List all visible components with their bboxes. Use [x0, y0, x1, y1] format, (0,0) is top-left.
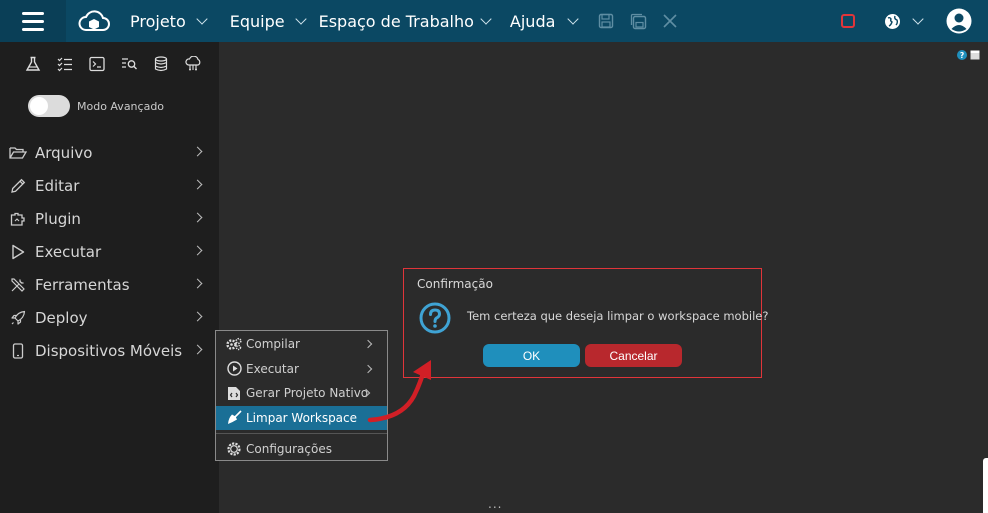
resize-handle[interactable]: ...: [488, 497, 502, 511]
help-icon[interactable]: ?: [957, 50, 967, 60]
chevron-right-icon: [192, 311, 203, 322]
cancel-button[interactable]: Cancelar: [585, 344, 682, 367]
folder-open-icon: [8, 143, 28, 163]
sidebar-item-label: Executar: [35, 242, 102, 261]
help-icons: ?: [957, 50, 980, 60]
code-file-icon: [226, 385, 242, 401]
cloud-logo-icon[interactable]: [74, 0, 114, 42]
checklist-icon[interactable]: [49, 52, 81, 76]
sidebar-item-dispositivos-moveis[interactable]: Dispositivos Móveis: [0, 334, 219, 367]
sidebar-item-executar[interactable]: Executar: [0, 235, 219, 268]
sidebar-item-label: Arquivo: [35, 143, 93, 162]
plugin-icon: [8, 209, 28, 229]
sidebar-item-label: Dispositivos Móveis: [35, 341, 183, 360]
sidebar: Modo Avançado Arquivo Editar Plugin Exec…: [0, 42, 219, 513]
submenu-item-limpar-workspace[interactable]: Limpar Workspace: [216, 405, 387, 430]
submenu-divider: [216, 433, 387, 434]
submenu-item-label: Gerar Projeto Nativo: [246, 386, 369, 401]
chevron-down-icon[interactable]: [912, 12, 924, 25]
menu-equipe[interactable]: Equipe: [229, 0, 307, 42]
chevron-right-icon: [192, 245, 203, 256]
sidebar-item-ferramentas[interactable]: Ferramentas: [0, 268, 219, 301]
menu-ajuda[interactable]: Ajuda: [509, 0, 580, 42]
search-list-icon[interactable]: [113, 52, 145, 76]
chevron-right-icon: [363, 364, 373, 373]
submenu-item-label: Configurações: [246, 442, 332, 457]
rocket-icon: [8, 308, 28, 328]
chevron-right-icon: [192, 212, 203, 223]
sidebar-item-arquivo[interactable]: Arquivo: [0, 136, 219, 169]
play-icon: [8, 242, 28, 262]
sidebar-item-label: Deploy: [35, 308, 88, 327]
sidebar-item-label: Editar: [35, 176, 80, 195]
play-circle-icon: [226, 361, 242, 377]
sidebar-item-editar[interactable]: Editar: [0, 169, 219, 202]
flask-icon[interactable]: [17, 52, 49, 76]
menu-espaco-label: Espaço de Trabalho: [318, 11, 474, 31]
submenu-item-label: Compilar: [246, 337, 300, 352]
database-icon[interactable]: [145, 52, 177, 76]
submenu-item-compilar[interactable]: Compilar: [216, 332, 387, 357]
chevron-right-icon: [192, 146, 203, 157]
sidebar-item-plugin[interactable]: Plugin: [0, 202, 219, 235]
sidebar-item-label: Plugin: [35, 209, 81, 228]
app-window: Projeto Equipe Espaço de Trabalho Ajuda: [0, 0, 988, 513]
advanced-mode-row: Modo Avançado: [0, 86, 219, 126]
submenu-item-label: Executar: [246, 361, 299, 376]
hamburger-icon[interactable]: [0, 0, 66, 42]
chevron-right-icon: [192, 278, 203, 289]
menu-ajuda-label: Ajuda: [509, 11, 556, 31]
globe-icon[interactable]: [882, 0, 902, 42]
svg-text:?: ?: [960, 51, 964, 60]
chevron-right-icon: [192, 179, 203, 190]
gears-icon: [226, 336, 242, 352]
maximize-icon[interactable]: [970, 50, 980, 60]
submenu-item-executar[interactable]: Executar: [216, 357, 387, 382]
advanced-mode-label: Modo Avançado: [77, 99, 165, 113]
gear-icon: [226, 441, 242, 457]
submenu-item-gerar-projeto-nativo[interactable]: Gerar Projeto Nativo: [216, 381, 387, 406]
mobile-icon: [8, 341, 28, 361]
broom-icon: [226, 410, 242, 426]
save-icon[interactable]: [595, 0, 617, 42]
chevron-down-icon: [567, 12, 580, 25]
submenu-item-label: Limpar Workspace: [246, 410, 358, 425]
dialog-title: Confirmação: [417, 277, 493, 291]
menu-projeto[interactable]: Projeto: [130, 0, 208, 42]
menu-projeto-label: Projeto: [130, 11, 186, 31]
chevron-right-icon: [192, 344, 203, 355]
pencil-icon: [8, 176, 28, 196]
chevron-right-icon: [363, 339, 373, 349]
submenu-item-configuracoes[interactable]: Configurações: [216, 437, 387, 462]
sidebar-menu: Arquivo Editar Plugin Executar Ferrament…: [0, 136, 219, 367]
menu-equipe-label: Equipe: [229, 11, 285, 31]
cloud-network-icon[interactable]: [177, 52, 209, 76]
advanced-mode-toggle[interactable]: [28, 95, 70, 117]
tools-icon: [8, 275, 28, 295]
question-icon: [419, 302, 451, 334]
sidebar-item-label: Ferramentas: [35, 275, 130, 294]
chevron-down-icon: [294, 12, 307, 25]
ok-button[interactable]: OK: [483, 344, 580, 367]
close-icon[interactable]: [659, 0, 681, 42]
top-menu: Projeto Equipe Espaço de Trabalho Ajuda: [114, 0, 681, 42]
chevron-down-icon: [480, 12, 492, 25]
stop-icon[interactable]: [836, 0, 860, 42]
menu-espaco-de-trabalho[interactable]: Espaço de Trabalho: [318, 0, 492, 42]
top-bar: Projeto Equipe Espaço de Trabalho Ajuda: [0, 0, 988, 42]
chevron-down-icon: [196, 12, 208, 25]
terminal-icon[interactable]: [81, 52, 113, 76]
confirmation-dialog: Confirmação Tem certeza que deseja limpa…: [403, 268, 768, 378]
side-panel-edge: [983, 458, 988, 513]
user-icon[interactable]: [946, 0, 972, 42]
mobile-devices-submenu: Compilar Executar Gerar Projeto Nativo L…: [215, 330, 388, 461]
right-tools: [836, 0, 988, 42]
dialog-message: Tem certeza que deseja limpar o workspac…: [467, 309, 769, 323]
sidebar-item-deploy[interactable]: Deploy: [0, 301, 219, 334]
sidebar-tool-row: [0, 42, 219, 86]
save-all-icon[interactable]: [627, 0, 649, 42]
